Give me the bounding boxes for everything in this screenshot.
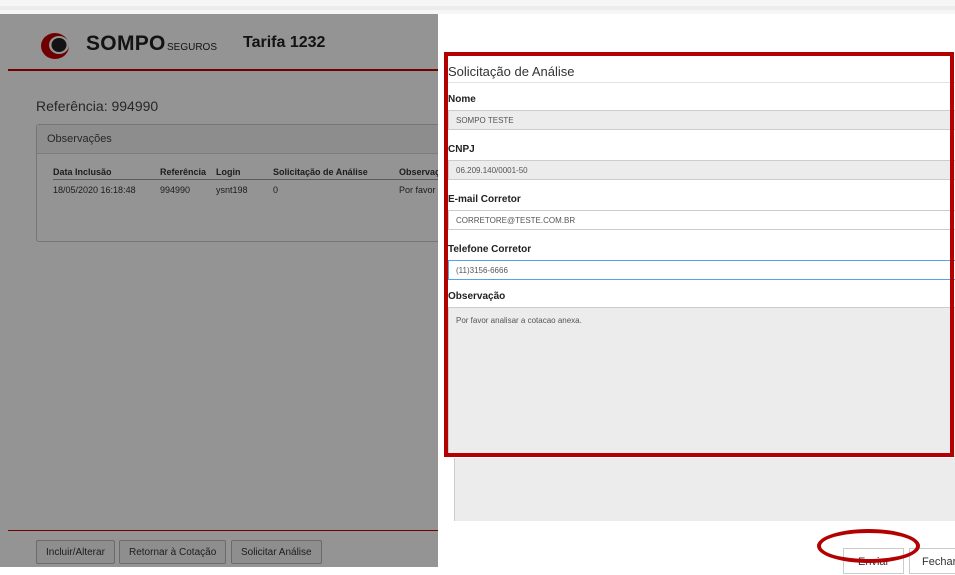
highlight-form-box	[444, 52, 954, 457]
top-strip-bar	[0, 6, 955, 10]
browser-top-strip	[0, 0, 955, 14]
highlight-enviar-ellipse	[817, 529, 920, 563]
dialog-lower-panel	[454, 458, 955, 521]
modal-backdrop	[0, 14, 438, 567]
